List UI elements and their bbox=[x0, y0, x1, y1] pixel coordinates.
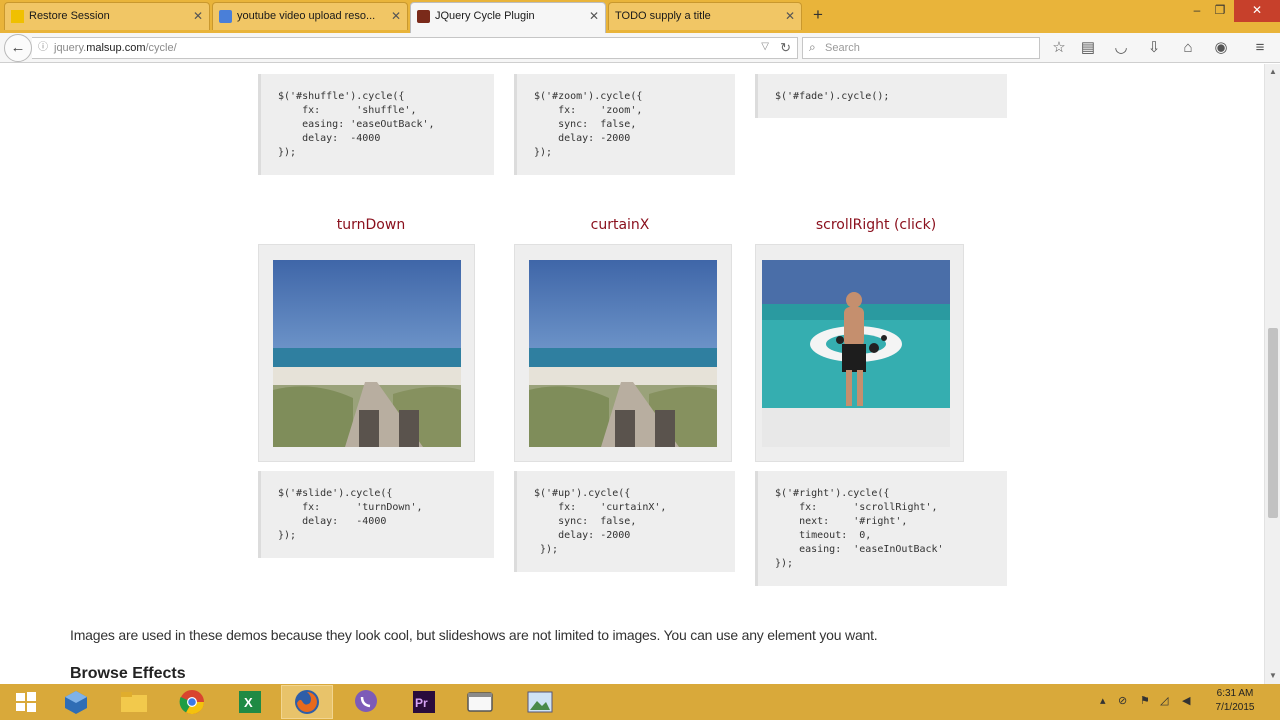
sync-icon[interactable]: ◉ bbox=[1210, 37, 1232, 59]
close-icon[interactable]: ✕ bbox=[785, 3, 795, 29]
close-icon[interactable]: ✕ bbox=[391, 3, 401, 29]
new-tab-button[interactable]: + bbox=[808, 5, 828, 25]
clock-time: 6:31 AM bbox=[1216, 688, 1254, 699]
beach-path-image bbox=[529, 260, 717, 447]
tab-youtube-search[interactable]: youtube video upload reso... ✕ bbox=[212, 2, 408, 30]
intro-paragraph: Images are used in these demos because t… bbox=[70, 627, 878, 643]
network-icon[interactable]: ⊘ bbox=[1118, 694, 1127, 707]
taskbar-clock[interactable]: 6:31 AM 7/1/2015 bbox=[1200, 687, 1270, 715]
firefox-icon[interactable] bbox=[281, 685, 333, 719]
code-block-zoom: $('#zoom').cycle({ fx: 'zoom', sync: fal… bbox=[514, 74, 735, 175]
tab-label: TODO supply a title bbox=[615, 10, 711, 22]
section-heading: Browse Effects bbox=[70, 665, 186, 682]
clock-date: 7/1/2015 bbox=[1215, 702, 1255, 713]
page-icon bbox=[417, 10, 430, 23]
premiere-icon[interactable]: Pr bbox=[398, 685, 450, 719]
scrollbar-thumb[interactable] bbox=[1268, 328, 1278, 518]
reading-list-icon[interactable]: ▤ bbox=[1077, 37, 1099, 59]
excel-icon[interactable]: X bbox=[224, 685, 276, 719]
reload-icon[interactable]: ↻ bbox=[780, 40, 791, 56]
close-icon[interactable]: ✕ bbox=[193, 3, 203, 29]
windows-taskbar: X Pr ▴ ⊘ ⚑ ◿ ◀ 6:31 AM 7/1/2015 bbox=[0, 684, 1280, 720]
volume-icon[interactable]: ◀ bbox=[1182, 694, 1190, 707]
tab-restore-session[interactable]: Restore Session ✕ bbox=[4, 2, 210, 30]
page-content: $('#shuffle').cycle({ fx: 'shuffle', eas… bbox=[0, 64, 1264, 684]
bookmark-star-icon[interactable]: ☆ bbox=[1048, 37, 1070, 59]
scroll-down-icon[interactable]: ▼ bbox=[1265, 668, 1280, 684]
svg-text:Pr: Pr bbox=[415, 696, 428, 710]
home-icon[interactable]: ⌂ bbox=[1177, 37, 1199, 59]
flag-icon[interactable]: ⚑ bbox=[1140, 694, 1150, 707]
beach-path-image bbox=[273, 260, 461, 447]
wifi-icon[interactable]: ◿ bbox=[1160, 694, 1168, 707]
tray-expand-icon[interactable]: ▴ bbox=[1100, 694, 1106, 707]
virtualbox-icon[interactable] bbox=[50, 685, 102, 719]
window-icon[interactable] bbox=[454, 685, 506, 719]
url-bar[interactable]: ⓘ jquery.malsup.com/cycle/ ▽ ↻ bbox=[32, 37, 798, 59]
file-explorer-icon[interactable] bbox=[108, 685, 160, 719]
viber-icon[interactable] bbox=[340, 685, 392, 719]
demo-title-curtainx: curtainX bbox=[590, 217, 650, 233]
code-block-shuffle: $('#shuffle').cycle({ fx: 'shuffle', eas… bbox=[258, 74, 494, 175]
code-block-curtainx: $('#up').cycle({ fx: 'curtainX', sync: f… bbox=[514, 471, 735, 572]
vertical-scrollbar[interactable]: ▲ ▼ bbox=[1264, 64, 1280, 684]
tab-jquery-cycle[interactable]: JQuery Cycle Plugin ✕ bbox=[410, 2, 606, 33]
url-text: jquery.malsup.com/cycle/ bbox=[54, 42, 177, 54]
google-icon bbox=[219, 10, 232, 23]
pocket-icon[interactable]: ◡ bbox=[1110, 37, 1132, 59]
browser-titlebar: Restore Session ✕ youtube video upload r… bbox=[0, 0, 1280, 33]
download-icon[interactable]: ⇩ bbox=[1143, 37, 1165, 59]
slideshow-scrollright[interactable] bbox=[755, 244, 964, 462]
chrome-icon[interactable] bbox=[166, 685, 218, 719]
navigation-bar: ⓘ jquery.malsup.com/cycle/ ▽ ↻ ← ⌕ Searc… bbox=[0, 33, 1280, 63]
warning-icon bbox=[11, 10, 24, 23]
slideshow-turndown[interactable] bbox=[258, 244, 475, 462]
code-block-scrollright: $('#right').cycle({ fx: 'scrollRight', n… bbox=[755, 471, 1007, 586]
demo-title-scrollright: scrollRight (click) bbox=[815, 217, 937, 233]
slideshow-curtainx[interactable] bbox=[514, 244, 732, 462]
photos-icon[interactable] bbox=[514, 685, 566, 719]
tab-label: JQuery Cycle Plugin bbox=[435, 10, 535, 22]
scroll-up-icon[interactable]: ▲ bbox=[1265, 64, 1280, 80]
svg-text:X: X bbox=[244, 695, 253, 710]
demo-title-turndown: turnDown bbox=[336, 217, 406, 233]
close-window-button[interactable]: ✕ bbox=[1234, 0, 1280, 22]
menu-icon[interactable]: ≡ bbox=[1249, 37, 1271, 59]
code-block-fade: $('#fade').cycle(); bbox=[755, 74, 1007, 118]
search-placeholder: Search bbox=[825, 42, 860, 54]
code-block-turndown: $('#slide').cycle({ fx: 'turnDown', dela… bbox=[258, 471, 494, 558]
close-icon[interactable]: ✕ bbox=[589, 3, 599, 29]
tab-label: Restore Session bbox=[29, 10, 110, 22]
back-button[interactable]: ← bbox=[4, 34, 32, 62]
site-info-icon[interactable]: ⓘ bbox=[38, 42, 50, 54]
search-icon: ⌕ bbox=[809, 40, 816, 54]
dropdown-icon[interactable]: ▽ bbox=[761, 41, 769, 52]
search-input[interactable]: ⌕ Search bbox=[802, 37, 1040, 59]
start-icon[interactable] bbox=[0, 685, 52, 719]
restore-button[interactable]: ❐ bbox=[1204, 0, 1236, 22]
boy-with-tube-image bbox=[762, 260, 950, 447]
tab-todo[interactable]: TODO supply a title ✕ bbox=[608, 2, 802, 30]
tab-label: youtube video upload reso... bbox=[237, 10, 376, 22]
